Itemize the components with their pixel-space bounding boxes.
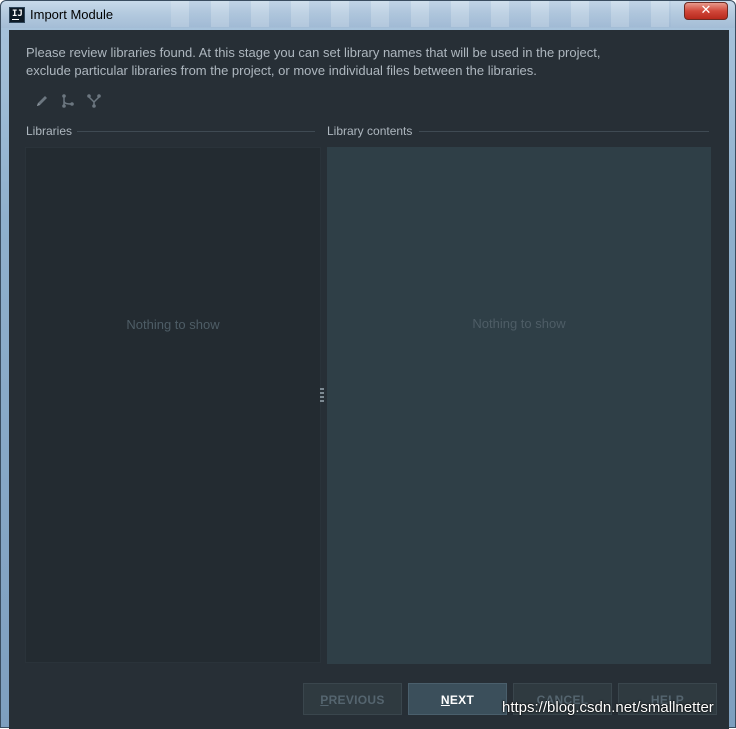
title-bar: IJ Import Module ✕ xyxy=(1,1,735,28)
split-library-icon[interactable] xyxy=(59,92,77,110)
description: Please review libraries found. At this s… xyxy=(26,44,716,80)
title-bar-decoration xyxy=(171,1,671,27)
merge-libraries-icon[interactable] xyxy=(85,92,103,110)
dialog-content: Please review libraries found. At this s… xyxy=(9,30,729,729)
library-contents-list[interactable]: Nothing to show xyxy=(327,147,711,664)
window-title: Import Module xyxy=(30,7,114,22)
watermark-text: https://blog.csdn.net/smallnetter xyxy=(502,699,714,716)
libraries-empty-text: Nothing to show xyxy=(126,317,220,332)
libraries-label: Libraries xyxy=(26,124,73,138)
library-contents-label: Library contents xyxy=(327,124,413,138)
previous-button[interactable]: PREVIOUS xyxy=(303,683,402,715)
close-button[interactable]: ✕ xyxy=(684,2,728,20)
splitter-handle[interactable] xyxy=(320,388,324,402)
library-contents-divider xyxy=(419,131,709,132)
import-module-dialog: IJ Import Module ✕ Please review librari… xyxy=(0,0,736,729)
libraries-divider xyxy=(77,131,315,132)
description-line-2: exclude particular libraries from the pr… xyxy=(26,63,537,78)
next-button[interactable]: NEXT xyxy=(408,683,507,715)
library-contents-empty-text: Nothing to show xyxy=(472,316,566,331)
description-line-1: Please review libraries found. At this s… xyxy=(26,45,601,60)
edit-icon[interactable] xyxy=(33,92,51,110)
libraries-list[interactable]: Nothing to show xyxy=(25,147,321,663)
intellij-app-icon: IJ xyxy=(9,7,25,23)
